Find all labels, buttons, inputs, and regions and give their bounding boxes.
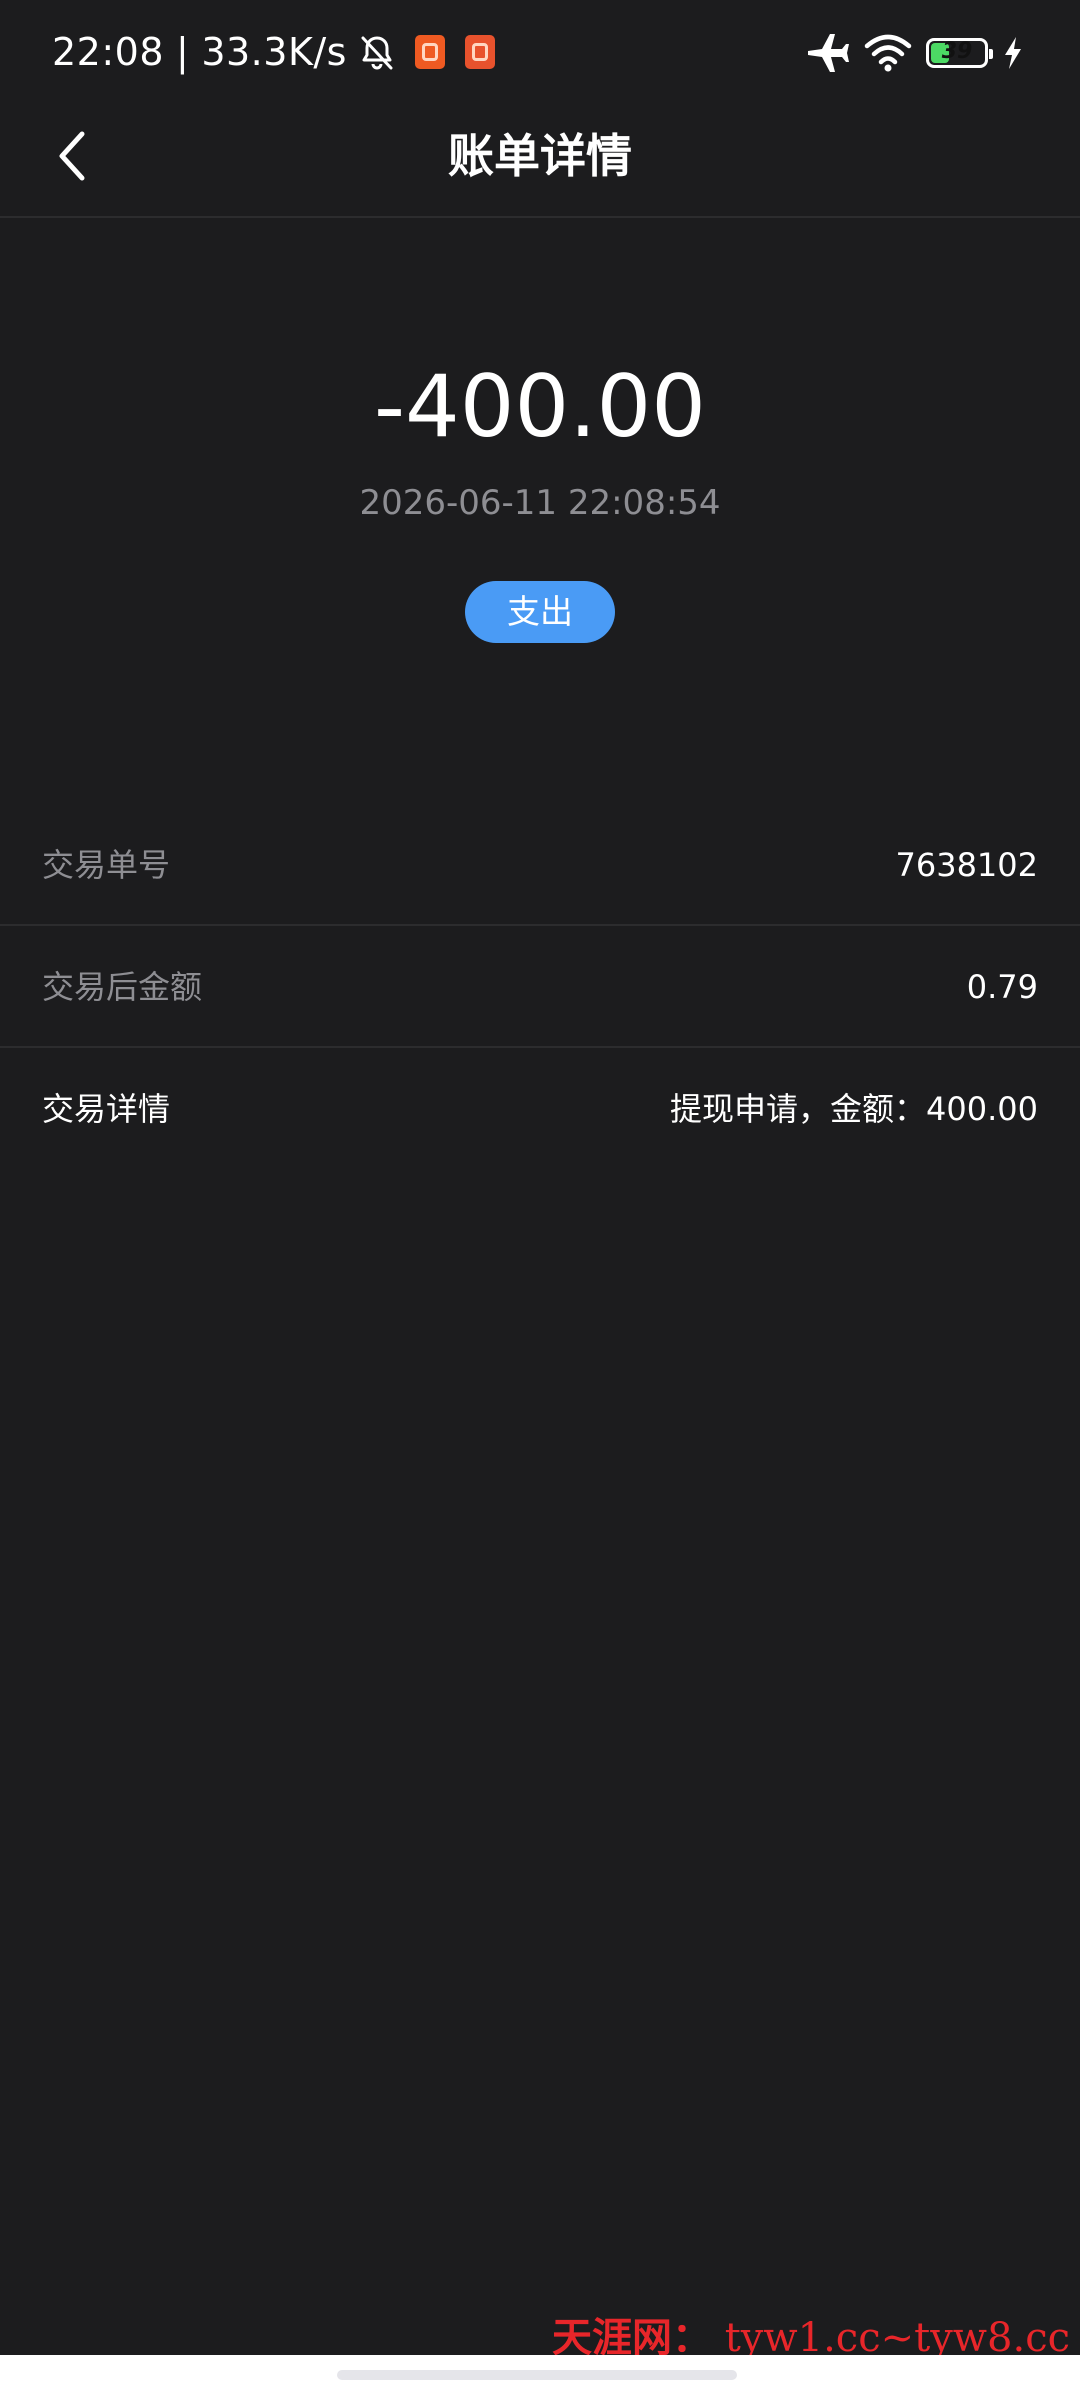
wifi-icon <box>864 34 912 72</box>
status-time: 22:08 <box>52 30 165 74</box>
detail-label: 交易详情 <box>42 1090 171 1128</box>
detail-value: 0.79 <box>966 968 1038 1006</box>
watermark-name: 天涯网： <box>552 2314 712 2361</box>
detail-row-transaction-details: 交易详情 提现申请，金额：400.00 <box>0 1048 1080 1170</box>
detail-row-balance-after: 交易后金额 0.79 <box>0 926 1080 1048</box>
battery-icon: 39 <box>926 38 993 68</box>
transaction-timestamp: 2026-06-11 22:08:54 <box>359 483 721 523</box>
home-indicator[interactable] <box>337 2370 737 2380</box>
detail-row-transaction-id: 交易单号 7638102 <box>0 804 1080 926</box>
app-badge-icon <box>414 35 445 69</box>
bill-detail-screen: 22:08 | 33.3K/s 39 账单详情 -400.00 2026-06-… <box>0 0 1080 2400</box>
detail-list: 交易单号 7638102 交易后金额 0.79 交易详情 提现申请，金额：400… <box>0 804 1080 1170</box>
network-speed: 33.3K/s <box>201 30 347 74</box>
airplane-icon <box>808 34 849 72</box>
charging-icon <box>1005 37 1021 69</box>
status-separator: | <box>176 30 190 74</box>
status-left: 22:08 | 33.3K/s <box>52 24 495 80</box>
page-title: 账单详情 <box>448 129 632 183</box>
detail-value: 提现申请，金额：400.00 <box>670 1090 1038 1128</box>
app-badge-icon <box>464 35 495 69</box>
detail-value: 7638102 <box>895 846 1038 884</box>
status-right: 39 <box>804 28 1024 78</box>
nav-bar: 账单详情 <box>0 104 1080 218</box>
bell-off-icon <box>361 36 393 70</box>
battery-level: 39 <box>941 39 973 64</box>
status-bar: 22:08 | 33.3K/s 39 <box>0 0 1080 104</box>
detail-label: 交易单号 <box>42 846 171 884</box>
detail-label: 交易后金额 <box>42 968 203 1006</box>
transaction-type-badge: 支出 <box>465 581 615 643</box>
transaction-amount: -400.00 <box>374 357 706 457</box>
